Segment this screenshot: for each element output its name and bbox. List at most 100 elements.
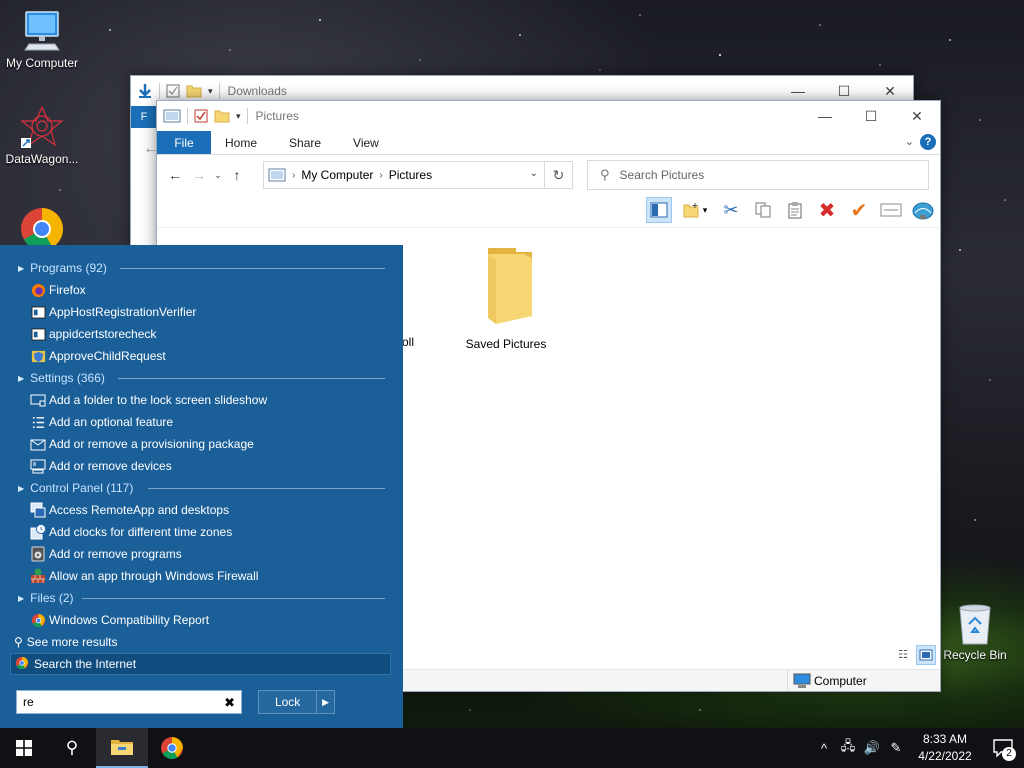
search-input[interactable]: Search Pictures (620, 168, 705, 182)
firewall-icon (30, 568, 46, 584)
preview-pane-icon (650, 202, 668, 218)
large-icons-view-button[interactable] (916, 645, 936, 665)
category-settings[interactable]: ▶ Settings (366) (0, 367, 403, 389)
ribbon-tabs: File Home Share View ⌄ ? (157, 131, 940, 155)
window-title: Downloads (227, 84, 287, 98)
details-view-button[interactable]: ☷ (894, 645, 912, 663)
taskbar-file-explorer[interactable] (96, 728, 148, 768)
address-bar[interactable]: › My Computer › Pictures ⌄ (263, 161, 545, 189)
quick-access-dropdown-icon[interactable]: ▾ (208, 86, 213, 97)
network-icon[interactable]: 🖧 (836, 728, 860, 768)
category-control-panel[interactable]: ▶ Control Panel (117) (0, 477, 403, 499)
desktop-icon-label: DataWagon... (5, 152, 79, 166)
result-item[interactable]: Access RemoteApp and desktops (0, 499, 403, 521)
clock-time: 8:33 AM (922, 732, 968, 746)
rename-button[interactable]: ✔ (846, 197, 872, 223)
up-button[interactable]: ↑ (225, 163, 249, 187)
category-label: Control Panel (117) (30, 481, 134, 495)
taskbar-clock[interactable]: 8:33 AM 4/22/2022 (908, 731, 982, 765)
desktop-icon-recycle-bin[interactable]: Recycle Bin (933, 602, 1017, 662)
file-tab-partial[interactable]: F (131, 106, 157, 128)
paste-button[interactable] (782, 197, 808, 223)
desktop-icon-datawagon[interactable]: DataWagon... (0, 104, 84, 166)
result-item[interactable]: Add or remove programs (0, 543, 403, 565)
tab-home[interactable]: Home (211, 131, 273, 154)
clear-search-icon[interactable]: ✖ (224, 695, 235, 711)
result-item[interactable]: appidcertstorecheck (0, 323, 403, 345)
notification-count-badge: 2 (1002, 747, 1016, 761)
start-menu[interactable]: ▶ Programs (92) Firefox AppHostRegistrati… (0, 245, 403, 728)
new-folder-icon[interactable] (186, 84, 202, 98)
taskbar-chrome[interactable] (148, 728, 196, 768)
pictures-titlebar[interactable]: ▾ Pictures — ☐ ✕ (157, 101, 940, 131)
see-more-results[interactable]: ⚲ See more results (0, 631, 403, 653)
paste-icon (788, 202, 802, 219)
delete-x-icon: ✖ (818, 199, 836, 222)
result-item[interactable]: AppHostRegistrationVerifier (0, 301, 403, 323)
back-button[interactable]: ← (163, 163, 187, 187)
category-programs[interactable]: ▶ Programs (92) (0, 257, 403, 279)
folder-item-saved-pictures[interactable]: Saved Pictures (461, 244, 551, 351)
start-search-input[interactable]: re ✖ (16, 690, 242, 714)
breadcrumb-my-computer[interactable]: My Computer (301, 168, 373, 182)
tab-file[interactable]: File (157, 131, 211, 154)
taskbar-search-button[interactable]: ⚲ (48, 728, 96, 768)
result-item[interactable]: Add an optional feature (0, 411, 403, 433)
result-item[interactable]: Add or remove a provisioning package (0, 433, 403, 455)
ribbon-expand-icon[interactable]: ⌄ (905, 135, 914, 148)
clock-date: 4/22/2022 (918, 749, 972, 763)
maximize-button[interactable]: ☐ (848, 101, 894, 131)
tab-view[interactable]: View (337, 131, 395, 154)
copy-button[interactable] (750, 197, 776, 223)
delete-button[interactable]: ✖ (814, 197, 840, 223)
close-button[interactable]: ✕ (894, 101, 940, 131)
result-label: Firefox (49, 283, 86, 297)
new-item-button[interactable]: ▾ (678, 197, 712, 223)
quick-access-dropdown-icon[interactable]: ▾ (236, 111, 241, 122)
cut-button[interactable]: ✂ (718, 197, 744, 223)
forward-button[interactable]: → (187, 163, 211, 187)
search-internet-label: Search the Internet (34, 657, 137, 671)
power-options-arrow-icon[interactable]: ▶ (316, 691, 334, 713)
result-item[interactable]: Allow an app through Windows Firewall (0, 565, 403, 587)
tab-share[interactable]: Share (273, 131, 337, 154)
search-icon: ⚲ (14, 635, 23, 649)
properties-button[interactable] (878, 197, 904, 223)
category-files[interactable]: ▶ Files (2) (0, 587, 403, 609)
result-item[interactable]: ApproveChildRequest (0, 345, 403, 367)
toolbar: ▾ ✂ ✖ ✔ (646, 195, 936, 225)
search-the-internet[interactable]: Search the Internet (10, 653, 391, 675)
start-button[interactable] (0, 728, 48, 768)
properties-check-icon[interactable] (166, 84, 180, 98)
window-title: Pictures (255, 109, 299, 123)
desktop-icon-my-computer[interactable]: My Computer (0, 8, 84, 70)
result-item[interactable]: Firefox (0, 279, 403, 301)
result-label: Add clocks for different time zones (49, 525, 233, 539)
result-item[interactable]: Add or remove devices (0, 455, 403, 477)
properties-check-icon[interactable] (194, 109, 208, 123)
refresh-button[interactable]: ↻ (545, 161, 573, 189)
result-item[interactable]: Add clocks for different time zones (0, 521, 403, 543)
breadcrumb-pictures[interactable]: Pictures (389, 168, 432, 182)
result-item[interactable]: Windows Compatibility Report (0, 609, 403, 631)
address-dropdown-icon[interactable]: ⌄ (530, 168, 538, 179)
new-folder-icon[interactable] (214, 109, 230, 123)
result-label: AppHostRegistrationVerifier (49, 305, 197, 319)
help-icon[interactable]: ? (920, 134, 936, 150)
clock-icon (30, 524, 46, 540)
minimize-button[interactable]: — (802, 101, 848, 131)
search-box[interactable]: ⚲ Search Pictures (587, 160, 929, 190)
result-label: Add or remove devices (49, 459, 172, 473)
action-center-button[interactable]: 2 (982, 728, 1024, 768)
datawagon-shortcut-icon (20, 105, 64, 148)
search-icon: ⚲ (65, 738, 79, 757)
pen-icon[interactable]: ✎ (884, 728, 908, 768)
result-item[interactable]: Add a folder to the lock screen slidesho… (0, 389, 403, 411)
recent-locations-button[interactable]: ⌄ (211, 163, 225, 187)
volume-icon[interactable]: 🔊 (860, 728, 884, 768)
start-menu-results: ▶ Programs (92) Firefox AppHostRegistrati… (0, 257, 403, 675)
show-hidden-icons-button[interactable]: ^ (812, 728, 836, 768)
preview-pane-button[interactable] (646, 197, 672, 223)
lock-button[interactable]: Lock ▶ (258, 690, 335, 714)
share-button[interactable] (910, 197, 936, 223)
